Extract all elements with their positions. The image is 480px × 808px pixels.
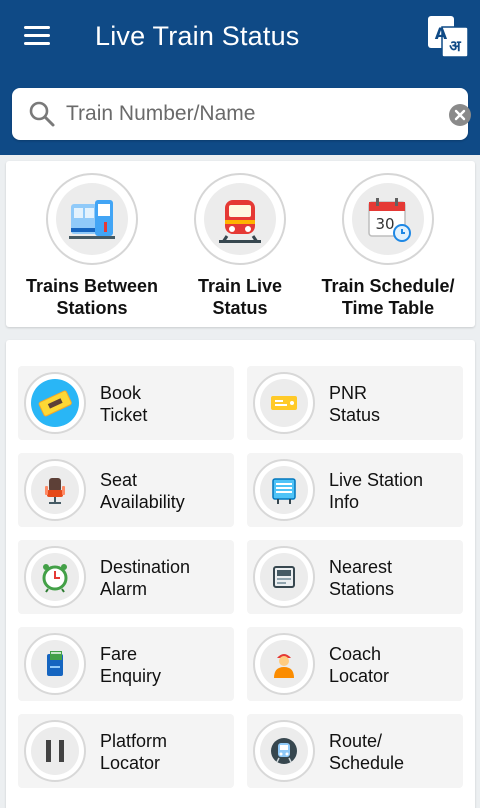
search-bar [12,88,471,140]
route-schedule-label: Route/Schedule [329,731,405,773]
search-input[interactable] [66,96,426,132]
pnr-ticket-icon [271,396,297,410]
coach-locator-tile[interactable]: Coach Locator [247,627,463,701]
seat-availability-label: Seat Availability [100,470,185,512]
quick-actions-card: Trains Between Stations Train Live Status [6,161,475,327]
app-bar: Live Train Status A अ [0,0,480,155]
train-schedule-button[interactable]: 30 Train Schedule/Time Table [313,173,463,319]
train-schedule-label: Train Schedule/Time Table [321,276,455,318]
nearest-station-icon [273,566,295,588]
fare-enquiry-label: Fare Enquiry [100,644,162,686]
trains-between-stations-button[interactable]: Trains Between Stations [17,173,167,319]
features-grid: BookTicket PNRStatus SeatAvailability [6,340,475,808]
ticket-icon [38,390,72,417]
clear-icon[interactable] [448,103,472,127]
live-station-info-tile[interactable]: Live Station Info [247,453,463,527]
station-board-icon [272,478,296,504]
seat-icon [45,478,65,504]
seat-availability-tile[interactable]: Seat Availability [18,453,234,527]
menu-icon[interactable] [24,26,50,46]
route-schedule-tile[interactable]: Route/Schedule [247,714,463,788]
route-train-icon [271,738,297,764]
book-ticket-label: Book Ticket [100,383,148,425]
alarm-clock-icon [42,564,68,593]
pnr-status-tile[interactable]: PNR Status [247,366,463,440]
fare-enquiry-tile[interactable]: Fare Enquiry [18,627,234,701]
coach-person-icon [274,654,294,678]
translate-icon[interactable]: A अ [426,15,470,59]
platform-icon [46,740,64,762]
book-ticket-tile[interactable]: Book Ticket [18,366,234,440]
trains-between-label: Trains Between Stations [25,276,159,318]
nearest-stations-label: Nearest Stations [329,557,395,599]
fare-icon [47,651,63,676]
lang-letter-en: A [435,24,448,43]
calendar-day: 30 [375,215,394,233]
trains-between-icon [69,200,115,239]
platform-locator-tile[interactable]: Platform Locator [18,714,234,788]
coach-locator-label: Coach Locator [329,644,390,686]
destination-alarm-label: Destination Alarm [100,557,191,599]
nearest-stations-tile[interactable]: Nearest Stations [247,540,463,614]
train-live-status-button[interactable]: Train Live Status [165,173,315,319]
search-icon [29,101,55,127]
pnr-status-label: PNR Status [329,383,381,425]
page-title: Live Train Status [95,21,300,51]
live-train-icon [219,200,261,243]
lang-letter-hi: अ [449,37,461,55]
destination-alarm-tile[interactable]: Destination Alarm [18,540,234,614]
train-live-status-label: Train Live Status [197,276,283,318]
live-station-info-label: Live Station Info [329,470,424,512]
calendar-icon: 30 [368,198,411,242]
platform-locator-label: Platform Locator [100,731,168,773]
